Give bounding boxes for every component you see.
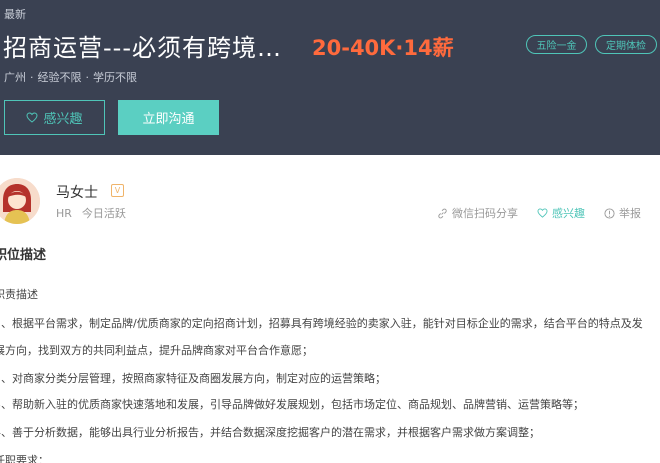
description-line: 1、根据平台需求，制定品牌/优质商家的定向招商计划，招募具有跨境经验的卖家入驻，… xyxy=(0,317,643,330)
salary: 20-40K·14薪 xyxy=(312,36,454,60)
description-line: 2、对商家分类分层管理，按照商家特征及商圈发展方向，制定对应的运营策略； xyxy=(0,372,386,385)
heart-icon xyxy=(26,112,38,123)
interest-button[interactable]: 感兴趣 xyxy=(4,100,105,135)
description-line: 4、善于分析数据，能够出具行业分析报告，并结合数据深度挖掘客户的潜在需求，并根据… xyxy=(0,426,540,439)
recruiter-role: HR xyxy=(56,207,72,220)
benefit-tag: 定期体检 xyxy=(595,35,657,54)
job-title: 招商运营---必须有跨境… xyxy=(3,34,282,62)
recruiter-meta: HR 今日活跃 xyxy=(56,205,126,221)
separator: · xyxy=(30,71,34,84)
chat-button[interactable]: 立即沟通 xyxy=(118,100,219,135)
interest-button-label: 感兴趣 xyxy=(43,112,83,127)
verified-icon: V xyxy=(111,184,124,197)
share-wechat-link[interactable]: 微信扫码分享 xyxy=(437,205,518,221)
interest-link[interactable]: 感兴趣 xyxy=(537,205,585,221)
report-link[interactable]: 举报 xyxy=(604,205,641,221)
link-icon xyxy=(438,208,447,218)
job-education: 学历不限 xyxy=(93,71,137,84)
description-line: 展方向，找到双方的共同利益点，提升品牌商家对平台合作意愿； xyxy=(0,344,313,357)
report-label: 举报 xyxy=(619,207,641,220)
warning-icon xyxy=(604,207,615,219)
latest-label: 最新 xyxy=(4,8,26,21)
share-label: 微信扫码分享 xyxy=(452,207,518,220)
job-meta: 广州 · 经验不限 · 学历不限 xyxy=(4,69,137,85)
separator: · xyxy=(85,71,90,84)
benefit-tag: 五险一金 xyxy=(526,35,587,54)
section-title: 职位描述 xyxy=(0,248,47,263)
recruiter-name: 马女士 xyxy=(56,185,98,201)
description-line: 3、帮助新入驻的优质商家快速落地和发展，引导品牌做好发展规划，包括市场定位、商品… xyxy=(0,398,584,411)
heart-icon xyxy=(537,208,548,218)
interest-label: 感兴趣 xyxy=(552,207,585,220)
job-experience: 经验不限 xyxy=(37,71,82,84)
job-city: 广州 xyxy=(4,71,26,84)
avatar xyxy=(0,178,40,224)
description-line: 任职要求： xyxy=(0,454,49,463)
job-header: 最新 招商运营---必须有跨境… 20-40K·14薪 五险一金 定期体检 广州… xyxy=(0,0,660,155)
description-line: 职责描述 xyxy=(0,288,38,301)
chat-button-label: 立即沟通 xyxy=(142,112,195,127)
recruiter-status: 今日活跃 xyxy=(81,207,126,220)
